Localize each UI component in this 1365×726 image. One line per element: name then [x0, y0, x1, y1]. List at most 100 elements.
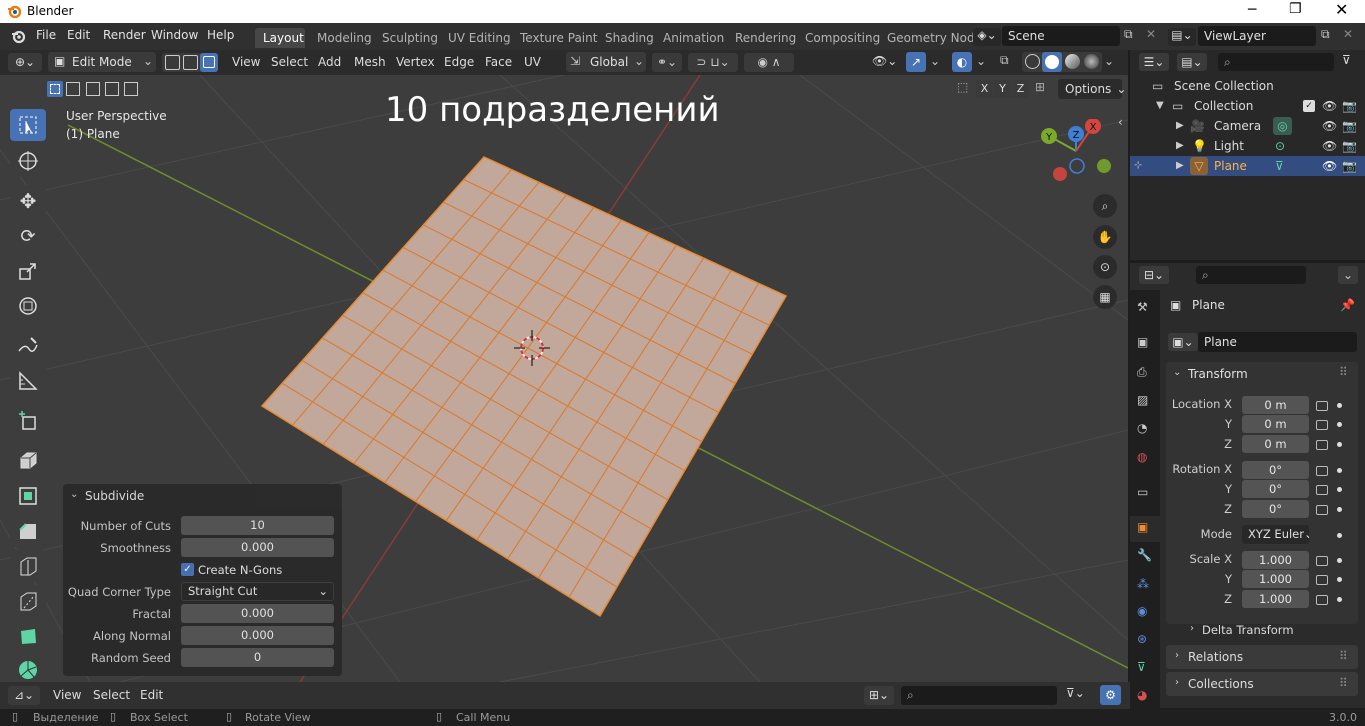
- move-tool[interactable]: ✥: [10, 185, 46, 217]
- eye-icon[interactable]: 👁: [1322, 96, 1337, 116]
- drag-handle-icon[interactable]: ⠿: [1339, 365, 1348, 379]
- mirror-z-toggle[interactable]: Z: [1012, 80, 1029, 98]
- select-box-tool[interactable]: [10, 109, 46, 141]
- camera-data-icon[interactable]: ◎: [1273, 117, 1292, 135]
- scale-x-field[interactable]: 1.000: [1242, 551, 1309, 569]
- xray-toggle-icon[interactable]: ⧉: [1000, 53, 1009, 68]
- keyframe-dot-icon[interactable]: [1337, 487, 1342, 492]
- measure-tool[interactable]: [10, 365, 46, 397]
- workspace-tab-layout[interactable]: Layout: [263, 31, 304, 45]
- select-invert-icon[interactable]: [105, 82, 119, 96]
- maximize-button[interactable]: ❐: [1289, 1, 1302, 17]
- mesh-data-icon[interactable]: ⊽: [1275, 156, 1284, 176]
- expand-arrow-icon[interactable]: ▼: [1156, 96, 1164, 116]
- properties-editor-type-icon[interactable]: ⊟⌄: [1139, 266, 1169, 284]
- expand-arrow-icon[interactable]: ▶: [1176, 136, 1184, 156]
- rendered-shading-icon[interactable]: [1084, 54, 1099, 69]
- collapse-arrow-icon[interactable]: ⌄: [1173, 367, 1181, 378]
- camera-render-icon[interactable]: 📷: [1342, 116, 1357, 136]
- lock-icon[interactable]: [1316, 485, 1328, 495]
- close-button[interactable]: ✕: [1335, 0, 1348, 19]
- expand-arrow-icon[interactable]: ›: [1190, 623, 1194, 634]
- rotation-x-field[interactable]: 0°: [1242, 461, 1309, 479]
- scale-tool[interactable]: [10, 255, 46, 287]
- navigation-gizmo[interactable]: Y Z X: [1036, 119, 1116, 189]
- menu-window[interactable]: Window: [151, 28, 198, 42]
- chevron-down-icon[interactable]: ⌄: [1338, 266, 1358, 284]
- expand-arrow-icon[interactable]: ▶: [1176, 156, 1184, 176]
- chevron-down-icon[interactable]: ⌄: [930, 54, 940, 68]
- edge-select-icon[interactable]: [183, 55, 198, 70]
- proportional-edit-icon[interactable]: ◉ ∧: [744, 53, 794, 72]
- add-cube-tool[interactable]: [10, 405, 46, 437]
- expand-arrow-icon[interactable]: ▶: [1176, 116, 1184, 136]
- overlays-toggle-icon[interactable]: ◐: [952, 52, 972, 72]
- workspace-tab-sculpting[interactable]: Sculpting: [382, 31, 438, 45]
- constraints-tab-icon[interactable]: ⊛: [1137, 632, 1147, 646]
- output-tab-icon[interactable]: ⎙: [1137, 365, 1147, 380]
- outliner-row-light[interactable]: ▶ 💡 Light ⊙ 👁 📷: [1130, 136, 1365, 156]
- transform-tool[interactable]: [10, 290, 46, 322]
- viewlayer-selector-icon[interactable]: ▤⌄: [1168, 28, 1196, 46]
- gizmo-toggle-icon[interactable]: ↗: [906, 52, 926, 72]
- workspace-tab-animation[interactable]: Animation: [663, 31, 724, 45]
- bevel-tool[interactable]: [10, 515, 46, 547]
- location-z-field[interactable]: 0 m: [1242, 435, 1309, 453]
- editor-type-icon[interactable]: ⊕⌄: [8, 53, 42, 72]
- pin-icon[interactable]: 📌: [1340, 298, 1355, 312]
- outliner-search-field[interactable]: ⌕: [1218, 53, 1334, 71]
- outliner-row-collection[interactable]: ▼ ▭ Collection ✓ 👁 📷: [1130, 96, 1365, 116]
- timeline-menu-edit[interactable]: Edit: [140, 688, 163, 702]
- outliner-row-scene-collection[interactable]: ▭ Scene Collection: [1130, 76, 1365, 96]
- grid-ortho-icon[interactable]: ▦: [1093, 285, 1117, 309]
- header-menu-mesh[interactable]: Mesh: [354, 55, 386, 69]
- menu-help[interactable]: Help: [207, 28, 234, 42]
- header-menu-face[interactable]: Face: [485, 55, 512, 69]
- rotation-mode-dropdown[interactable]: XYZ Euler⌄: [1242, 525, 1309, 544]
- mirror-x-toggle[interactable]: X: [976, 80, 993, 98]
- scene-selector-icon[interactable]: ◈⌄: [973, 28, 1001, 46]
- keyframe-dot-icon[interactable]: [1337, 442, 1342, 447]
- select-subtract-icon[interactable]: [86, 82, 100, 96]
- light-data-icon[interactable]: ⊙: [1275, 136, 1285, 156]
- scene-name-field[interactable]: Scene: [1002, 26, 1120, 46]
- vertex-select-icon[interactable]: [165, 55, 180, 70]
- number-of-cuts-field[interactable]: 10: [181, 516, 334, 535]
- header-menu-vertex[interactable]: Vertex: [396, 55, 435, 69]
- timeline-menu-select[interactable]: Select: [93, 688, 130, 702]
- properties-search-field[interactable]: ⌕: [1196, 266, 1306, 284]
- keyframe-dot-icon[interactable]: [1337, 577, 1342, 582]
- select-new-icon[interactable]: [47, 81, 63, 97]
- outliner-row-plane[interactable]: ⊹ ▶ ▽ Plane ⊽ 👁 📷: [1130, 156, 1365, 176]
- location-x-field[interactable]: 0 m: [1242, 396, 1309, 414]
- header-menu-select[interactable]: Select: [271, 55, 308, 69]
- header-menu-add[interactable]: Add: [318, 55, 341, 69]
- scene-copy-icon[interactable]: ⧉: [1124, 27, 1133, 42]
- scale-z-field[interactable]: 1.000: [1242, 590, 1309, 608]
- filter-icon[interactable]: ⊽⌄: [1066, 686, 1085, 700]
- workspace-tab-compositing[interactable]: Compositing: [805, 31, 880, 45]
- lock-icon[interactable]: [1316, 556, 1328, 566]
- hand-pan-icon[interactable]: ✋: [1093, 225, 1117, 249]
- relations-section[interactable]: Relations: [1166, 645, 1358, 669]
- auto-merge-icon[interactable]: ⊞: [1035, 80, 1045, 94]
- wireframe-shading-icon[interactable]: [1025, 54, 1040, 69]
- keyframe-dot-icon[interactable]: [1337, 422, 1342, 427]
- data-tab-icon[interactable]: ⊽: [1137, 660, 1146, 674]
- lock-icon[interactable]: [1316, 505, 1328, 515]
- keyframe-dot-icon[interactable]: [1337, 403, 1342, 408]
- knife-tool[interactable]: [10, 585, 46, 617]
- zoom-icon[interactable]: ⌕: [1093, 194, 1117, 218]
- object-name-field[interactable]: Plane: [1198, 332, 1357, 352]
- inset-tool[interactable]: [10, 480, 46, 512]
- world-tab-icon[interactable]: ◍: [1137, 450, 1147, 464]
- annotate-tool[interactable]: [10, 330, 46, 362]
- cursor-tool[interactable]: [10, 145, 46, 177]
- outliner-editor-type-icon[interactable]: ☰⌄: [1139, 53, 1169, 71]
- tool-tab-icon[interactable]: ⚒: [1137, 300, 1148, 314]
- chevron-down-icon[interactable]: ⌄: [1104, 54, 1114, 68]
- display-mode-icon[interactable]: ▤⌄: [1177, 53, 1207, 71]
- lock-icon[interactable]: [1316, 440, 1328, 450]
- keyframe-dot-icon[interactable]: [1337, 558, 1342, 563]
- location-y-field[interactable]: 0 m: [1242, 415, 1309, 433]
